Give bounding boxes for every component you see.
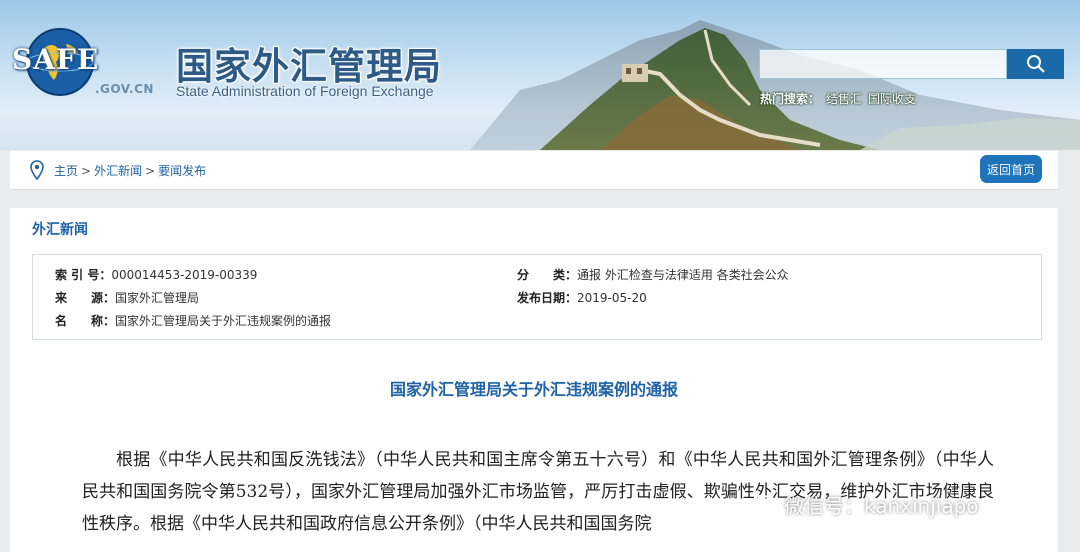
breadcrumb-separator: > bbox=[145, 164, 156, 178]
search-button[interactable] bbox=[1007, 49, 1064, 79]
meta-category-row: 分 类：通报 外汇检查与法律适用 各类社会公众 bbox=[517, 266, 789, 284]
meta-index-row: 索 引 号：000014453-2019-00339 bbox=[55, 266, 257, 284]
breadcrumb-separator: > bbox=[81, 164, 92, 178]
hot-search-item[interactable]: 国际收支 bbox=[868, 92, 916, 106]
hot-search-label: 热门搜索： bbox=[760, 92, 821, 106]
site-title-en: State Administration of Foreign Exchange bbox=[176, 83, 434, 99]
location-pin-icon bbox=[30, 160, 44, 180]
meta-source-label: 来 源： bbox=[55, 291, 116, 305]
hot-search-item[interactable]: 结售汇 bbox=[826, 92, 862, 106]
article-title: 国家外汇管理局关于外汇违规案例的通报 bbox=[389, 380, 678, 399]
watermark-text: 微信号：kanxinjiapo bbox=[784, 494, 979, 518]
breadcrumb: 主页 > 外汇新闻 > 要闻发布 bbox=[54, 162, 206, 179]
section-title: 外汇新闻 bbox=[32, 222, 88, 238]
search-icon bbox=[1026, 55, 1045, 73]
breadcrumb-forex-news[interactable]: 外汇新闻 bbox=[94, 164, 142, 178]
meta-date-row: 发布日期：2019-05-20 bbox=[517, 289, 647, 307]
breadcrumb-home[interactable]: 主页 bbox=[54, 164, 78, 178]
meta-name-row: 名 称：国家外汇管理局关于外汇违规案例的通报 bbox=[55, 312, 331, 330]
wechat-icon bbox=[752, 494, 778, 515]
meta-date-value: 2019-05-20 bbox=[577, 291, 647, 305]
header-banner: SAFE .GOV.CN 国家外汇管理局 State Administratio… bbox=[0, 0, 1080, 150]
safe-logo-text: SAFE bbox=[12, 43, 100, 76]
meta-name-value: 国家外汇管理局关于外汇违规案例的通报 bbox=[115, 314, 332, 328]
search-input[interactable] bbox=[759, 49, 1007, 79]
meta-name-label: 名 称： bbox=[55, 314, 116, 328]
domain-suffix: .GOV.CN bbox=[95, 82, 154, 96]
meta-index-value: 000014453-2019-00339 bbox=[111, 268, 258, 282]
return-home-button[interactable]: 返回首页 bbox=[980, 155, 1042, 183]
meta-source-value: 国家外汇管理局 bbox=[115, 291, 200, 305]
site-title-cn: 国家外汇管理局 bbox=[176, 45, 442, 88]
breadcrumb-bar: 主页 > 外汇新闻 > 要闻发布 返回首页 bbox=[10, 151, 1058, 190]
meta-source-row: 来 源：国家外汇管理局 bbox=[55, 289, 199, 307]
meta-category-label: 分 类： bbox=[517, 268, 578, 282]
hot-search: 热门搜索： 结售汇 国际收支 bbox=[760, 90, 916, 107]
wechat-watermark: 微信号：kanxinjiapo bbox=[752, 490, 979, 519]
meta-category-value: 通报 外汇检查与法律适用 各类社会公众 bbox=[577, 268, 789, 282]
meta-index-label: 索 引 号： bbox=[55, 268, 112, 282]
meta-date-label: 发布日期： bbox=[517, 291, 578, 305]
breadcrumb-headlines[interactable]: 要闻发布 bbox=[158, 164, 206, 178]
document-meta-box: 索 引 号：000014453-2019-00339 分 类：通报 外汇检查与法… bbox=[32, 254, 1042, 340]
